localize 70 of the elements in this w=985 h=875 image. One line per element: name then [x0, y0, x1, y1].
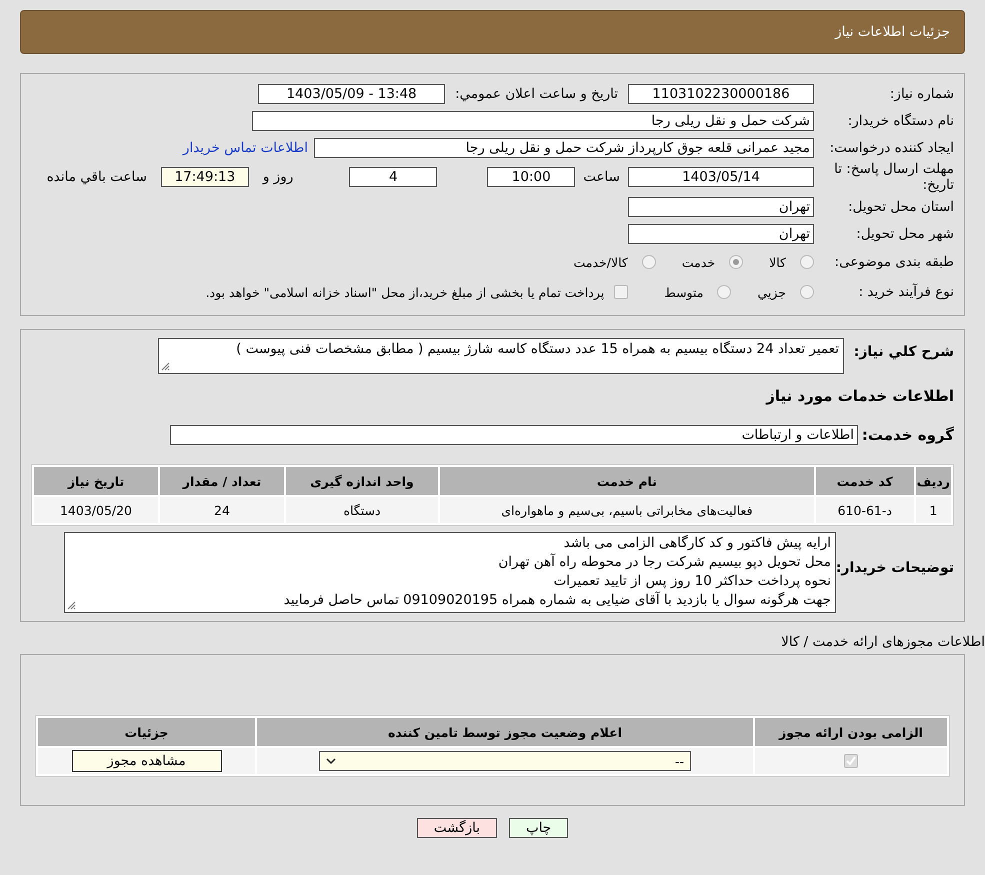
table-cell: فعالیت‌های مخابراتی باسیم، بی‌سیم و ماهواره‌ای — [440, 497, 814, 523]
field-label: شهر محل تحویل: — [855, 226, 954, 242]
page-title: جزئیات اطلاعات نیاز — [835, 24, 950, 40]
field-label: ساعت — [583, 169, 620, 185]
description-field: تعمیر تعداد 24 دستگاه بیسیم به همراه 15 عدد دستگاه کاسه شارژ بیسیم ( مطابق مشخصات فنی پیوست ) — [158, 338, 844, 374]
buyer-contact-link[interactable]: اطلاعات تماس خریدار — [182, 140, 308, 156]
field-label: نوع فرآیند خرید : — [858, 284, 954, 300]
field-label: گروه خدمت: — [860, 426, 954, 444]
checkbox[interactable] — [614, 285, 628, 299]
column-header: کد خدمت — [816, 467, 914, 495]
days-field: 4 — [349, 167, 438, 187]
resize-grip-icon[interactable] — [161, 362, 170, 371]
deadline-time-field: 10:00 — [487, 167, 576, 187]
field-label: ساعت باقي مانده — [46, 169, 147, 185]
column-header: تعداد / مقدار — [160, 467, 284, 495]
city-field: تهران — [628, 224, 814, 244]
column-header: جزئیات — [38, 718, 255, 746]
radio-button[interactable] — [800, 285, 814, 299]
field-label: روز و — [262, 169, 294, 185]
field-label: نام دستگاه خریدار: — [846, 112, 954, 128]
remaining-time-field: 17:49:13 — [160, 167, 249, 187]
table-cell: دستگاه — [286, 497, 438, 523]
view-license-button[interactable]: مشاهده مجوز — [72, 750, 222, 772]
table-cell: 1 — [916, 497, 951, 523]
status-dropdown[interactable]: -- — [319, 751, 691, 771]
print-button[interactable]: چاپ — [508, 818, 568, 838]
creator-field: مجید عمرانی قلعه جوق کارپرداز شرکت حمل و نقل ریلی رجا — [314, 138, 814, 158]
radio-label: متوسط — [664, 284, 704, 300]
field-label: تاریخ و ساعت اعلان عمومي: — [455, 86, 618, 102]
resize-grip-icon[interactable] — [67, 601, 76, 610]
note-line: نحوه پرداخت حداکثر 10 روز پس از تایید تعمیرات — [552, 572, 831, 591]
radio-label: کالا/خدمت — [573, 254, 628, 270]
service-group-field: اطلاعات و ارتباطات — [170, 425, 858, 445]
field-label: طبقه بندی موضوعی: — [834, 254, 954, 270]
field-label: توضیحات خریدار: — [836, 560, 954, 576]
checkbox[interactable] — [844, 754, 858, 768]
radio-button[interactable] — [642, 255, 656, 269]
radio-button[interactable] — [800, 255, 814, 269]
column-header: الزامی بودن ارائه مجوز — [755, 718, 947, 746]
province-field: تهران — [628, 196, 814, 216]
section-title: اطلاعات خدمات مورد نیاز — [764, 387, 954, 405]
table-cell: 24 — [160, 497, 284, 523]
deadline-date-field: 1403/05/14 — [628, 167, 814, 187]
field-label: مهلت ارسال پاسخ: تا تاریخ: — [833, 161, 954, 193]
column-header: تاریخ نیاز — [34, 467, 158, 495]
table-cell: د-61-610 — [816, 497, 914, 523]
column-header: واحد اندازه گیری — [286, 467, 438, 495]
note-line: جهت هرگونه سوال یا بازدید با آقای ضیایی به شماره همراه 09109020195 تماس حاصل فرمایید — [282, 591, 831, 610]
chevron-down-icon — [326, 758, 336, 764]
buyer-field: شرکت حمل و نقل ریلی رجا — [252, 110, 814, 130]
payment-note: پرداخت تمام یا بخشی از مبلغ خرید،از محل "اسناد خزانه اسلامی" خواهد بود. — [206, 284, 604, 300]
need-number-field: 1103102230000186 — [628, 84, 814, 104]
radio-label: جزيي — [757, 284, 786, 300]
section-title: اطلاعات مجوزهای ارائه خدمت / کالا — [781, 634, 985, 650]
field-label: ایجاد کننده درخواست: — [828, 140, 954, 156]
radio-label: خدمت — [682, 254, 716, 270]
radio-label: کالا — [769, 254, 786, 270]
radio-button[interactable] — [729, 255, 744, 269]
column-header: اعلام وضعیت مجوز توسط تامین کننده — [257, 718, 753, 746]
radio-button[interactable] — [717, 285, 732, 299]
back-button[interactable]: بازگشت — [416, 818, 497, 838]
announce-date-field: 1403/05/09 - 13:48 — [258, 84, 446, 104]
field-label: شرح کلي نیاز: — [852, 344, 954, 360]
table-cell: 1403/05/20 — [34, 497, 158, 523]
note-line: محل تحویل دپو بیسیم شرکت رجا در محوطه راه آهن تهران — [497, 553, 831, 572]
column-header: نام خدمت — [440, 467, 814, 495]
field-label: شماره نیاز: — [888, 86, 954, 102]
note-line: ارایه پیش فاکتور و کد کارگاهی الزامی می باشد — [562, 534, 831, 553]
field-label: استان محل تحویل: — [847, 198, 954, 214]
column-header: ردیف — [916, 467, 951, 495]
